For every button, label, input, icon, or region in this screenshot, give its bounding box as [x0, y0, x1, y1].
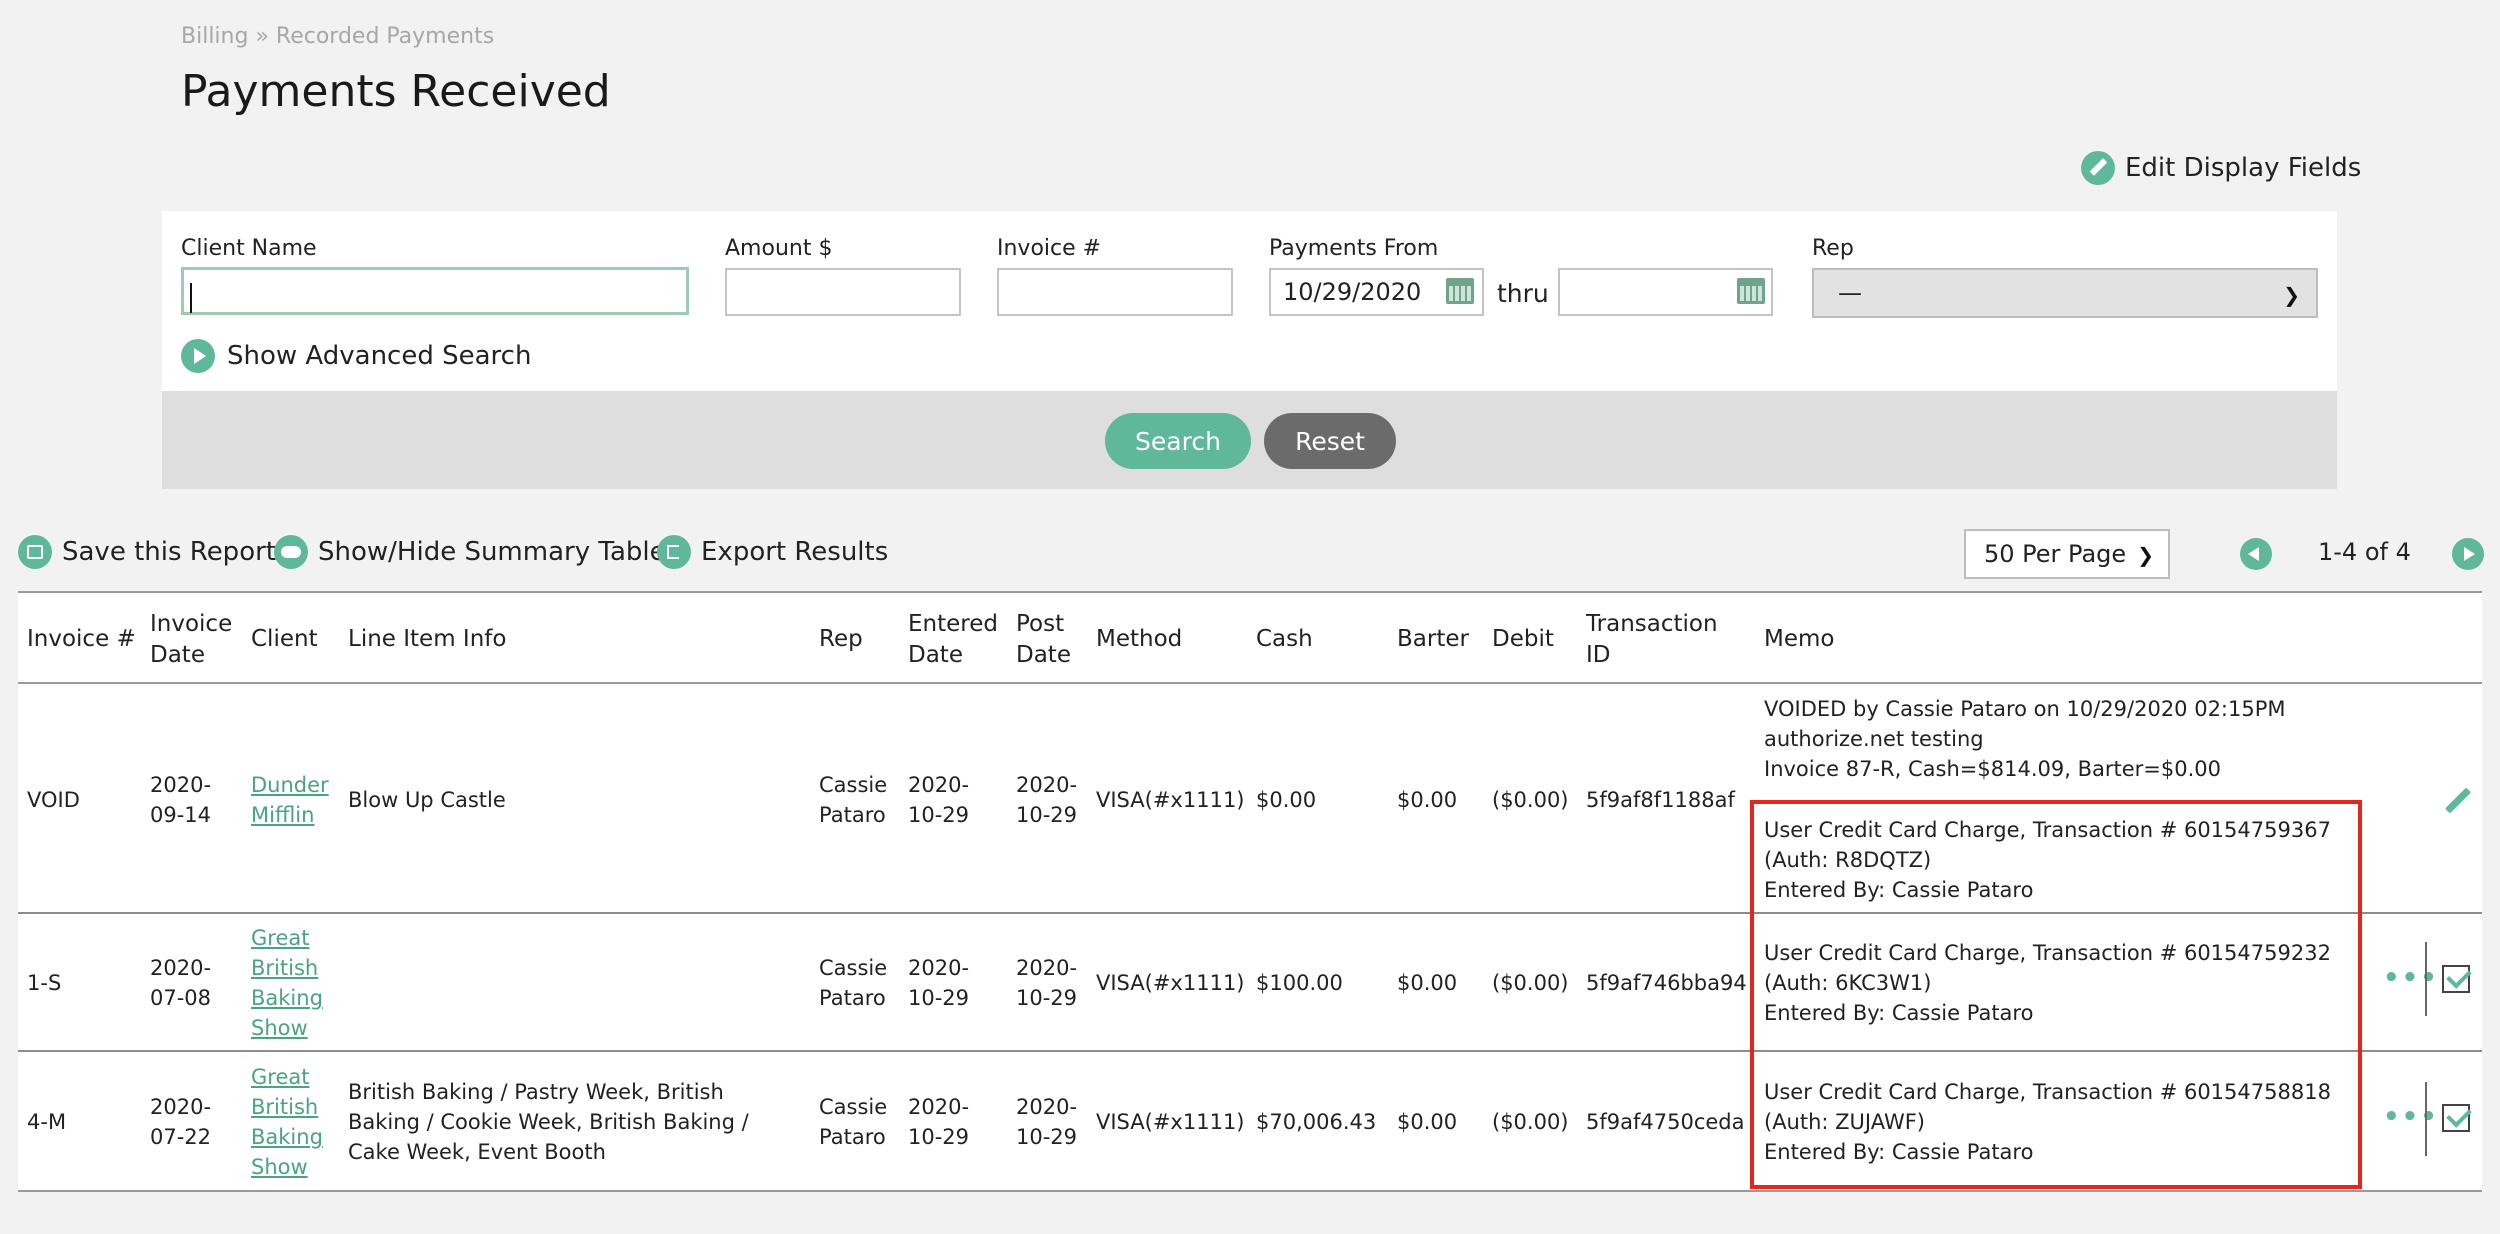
search-button[interactable]: Search [1105, 413, 1251, 469]
chevron-down-icon: ❯ [2283, 283, 2300, 307]
reset-button[interactable]: Reset [1264, 413, 1396, 469]
column-header[interactable]: Debit [1492, 624, 1554, 655]
next-page-icon[interactable] [2452, 538, 2484, 570]
row-checkbox[interactable] [2442, 965, 2470, 993]
barter-cell: $0.00 [1397, 971, 1458, 995]
client-link[interactable]: Great British Baking Show [251, 923, 326, 1043]
client-name-label: Client Name [181, 236, 317, 261]
entered-date-cell: 2020- 10-29 [908, 773, 970, 827]
rep-select-value: — [1838, 279, 1862, 307]
barter-cell: $0.00 [1397, 1110, 1458, 1134]
invoice-number-label: Invoice # [997, 236, 1102, 261]
column-header[interactable]: Transaction ID [1586, 609, 1746, 671]
export-results-label: Export Results [701, 537, 889, 567]
show-hide-summary-button[interactable]: Show/Hide Summary Table [274, 535, 666, 569]
save-report-label: Save this Report [62, 537, 276, 567]
memo-highlight-box [1750, 800, 2362, 1189]
show-advanced-search-toggle[interactable]: Show Advanced Search [181, 339, 531, 373]
entered-date-cell: 2020- 10-29 [908, 1095, 970, 1149]
column-header[interactable]: Line Item Info [348, 624, 506, 655]
per-page-select[interactable]: 50 Per Page ❯ [1964, 529, 2170, 579]
column-header[interactable]: Cash [1256, 624, 1313, 655]
client-link[interactable]: Great British Baking Show [251, 1062, 326, 1182]
save-report-button[interactable]: Save this Report [18, 535, 276, 569]
method-cell: VISA(#x1111) [1096, 1110, 1245, 1134]
line-item-cell: Blow Up Castle [348, 788, 506, 812]
post-date-cell: 2020- 10-29 [1016, 956, 1078, 1010]
invoice-number-input[interactable] [997, 268, 1233, 316]
column-header[interactable]: Barter [1397, 624, 1469, 655]
post-date-cell: 2020- 10-29 [1016, 773, 1078, 827]
invoice-date-cell: 2020- 09-14 [150, 773, 212, 827]
client-link[interactable]: Dunder Mifflin [251, 770, 331, 830]
expand-arrow-icon [181, 339, 215, 373]
rep-cell: Cassie Pataro [819, 773, 888, 827]
advanced-search-label: Show Advanced Search [227, 341, 532, 371]
page-title: Payments Received [181, 66, 611, 117]
show-hide-summary-label: Show/Hide Summary Table [318, 537, 666, 567]
edit-display-fields-button[interactable]: Edit Display Fields [2081, 151, 2361, 185]
invoice-cell: 1-S [27, 971, 62, 995]
text-cursor [190, 283, 192, 313]
export-icon [657, 535, 691, 569]
action-separator [2425, 942, 2427, 1016]
calendar-icon[interactable] [1737, 278, 1765, 304]
transaction-id-cell: 5f9af4750ceda [1586, 1110, 1745, 1134]
invoice-cell: VOID [27, 788, 80, 812]
row-checkbox[interactable] [2442, 1104, 2470, 1132]
post-date-cell: 2020- 10-29 [1016, 1095, 1078, 1149]
column-header[interactable]: Memo [1764, 624, 1834, 655]
payments-from-label: Payments From [1269, 236, 1439, 261]
action-separator [2425, 1082, 2427, 1156]
debit-cell: ($0.00) [1492, 971, 1569, 995]
cash-cell: $100.00 [1256, 971, 1343, 995]
per-page-value: 50 Per Page [1984, 540, 2127, 568]
header-divider [18, 682, 2482, 684]
amount-label: Amount $ [725, 236, 833, 261]
entered-date-cell: 2020- 10-29 [908, 956, 970, 1010]
more-options-icon[interactable]: ••• [2383, 1102, 2439, 1132]
client-name-input[interactable] [181, 267, 689, 315]
debit-cell: ($0.00) [1492, 1110, 1569, 1134]
amount-input[interactable] [725, 268, 961, 316]
barter-cell: $0.00 [1397, 788, 1458, 812]
rep-cell: Cassie Pataro [819, 1095, 888, 1149]
cash-cell: $0.00 [1256, 788, 1317, 812]
invoice-date-cell: 2020- 07-08 [150, 956, 212, 1010]
method-cell: VISA(#x1111) [1096, 971, 1245, 995]
column-header[interactable]: Post Date [1016, 609, 1076, 671]
column-header[interactable]: Entered Date [908, 609, 1008, 671]
breadcrumb[interactable]: Billing » Recorded Payments [181, 24, 494, 49]
previous-page-icon[interactable] [2240, 538, 2272, 570]
pencil-icon [2081, 151, 2115, 185]
toggle-icon [274, 535, 308, 569]
export-results-button[interactable]: Export Results [657, 535, 888, 569]
column-header[interactable]: Method [1096, 624, 1182, 655]
rep-cell: Cassie Pataro [819, 956, 888, 1010]
invoice-date-cell: 2020- 07-22 [150, 1095, 212, 1149]
column-header[interactable]: Rep [819, 624, 863, 655]
invoice-cell: 4-M [27, 1110, 67, 1134]
method-cell: VISA(#x1111) [1096, 788, 1245, 812]
transaction-id-cell: 5f9af8f1188af [1586, 788, 1735, 812]
cash-cell: $70,006.43 [1256, 1110, 1377, 1134]
edit-display-fields-label: Edit Display Fields [2125, 153, 2362, 183]
rep-label: Rep [1812, 236, 1854, 261]
column-header[interactable]: Invoice Date [150, 609, 232, 671]
column-header[interactable]: Invoice # [27, 624, 136, 655]
rep-select[interactable]: — ❯ [1812, 268, 2318, 318]
transaction-id-cell: 5f9af746bba94 [1586, 971, 1747, 995]
chevron-down-icon: ❯ [2137, 543, 2154, 567]
line-item-cell: British Baking / Pastry Week, British Ba… [348, 1080, 749, 1164]
debit-cell: ($0.00) [1492, 788, 1569, 812]
column-header[interactable]: Client [251, 624, 318, 655]
void-memo: VOIDED by Cassie Pataro on 10/29/2020 02… [1764, 697, 2286, 781]
more-options-icon[interactable]: ••• [2383, 963, 2439, 993]
edit-pencil-icon[interactable] [2444, 787, 2472, 814]
thru-label: thru [1497, 279, 1549, 308]
pagination-range: 1-4 of 4 [2318, 538, 2411, 566]
save-icon [18, 535, 52, 569]
calendar-icon[interactable] [1446, 278, 1474, 304]
